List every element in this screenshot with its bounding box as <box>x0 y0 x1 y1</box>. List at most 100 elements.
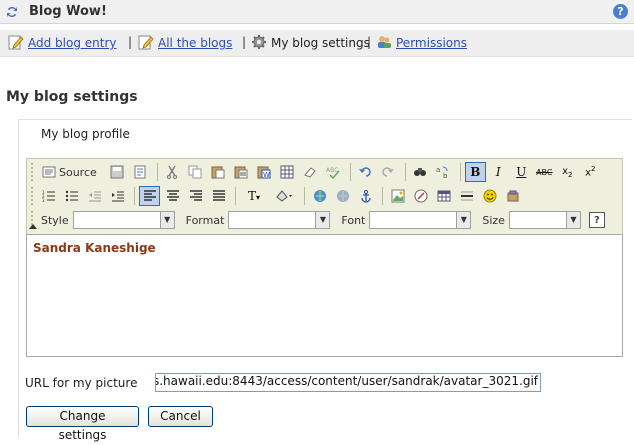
source-icon <box>42 166 56 178</box>
toolbar-row-3: Style ▼ Format ▼ Font ▼ Size ▼ ? <box>31 209 607 231</box>
bold-button[interactable]: B <box>464 162 486 182</box>
undo-button[interactable] <box>355 162 376 182</box>
source-button[interactable]: Source <box>38 162 105 182</box>
align-left-icon <box>143 190 156 201</box>
chevron-down-icon: ▼ <box>159 212 174 228</box>
add-blog-entry-link[interactable]: Add blog entry <box>28 36 117 50</box>
find-icon <box>414 168 427 176</box>
justify-button[interactable] <box>208 186 229 206</box>
find-button[interactable] <box>410 162 431 182</box>
anchor-icon <box>360 190 371 203</box>
bullet-list-button[interactable] <box>61 186 82 206</box>
svg-text:3: 3 <box>42 198 45 203</box>
flash-button[interactable] <box>410 186 431 206</box>
paste-word-icon: W <box>257 166 271 179</box>
eraser-button[interactable] <box>300 162 321 182</box>
profile-label: My blog profile <box>41 127 130 141</box>
flash-icon <box>414 189 427 203</box>
link-button[interactable] <box>309 186 330 206</box>
paste-button[interactable] <box>208 162 229 182</box>
format-select[interactable]: ▼ <box>228 211 331 229</box>
change-settings-button[interactable]: Change settings <box>26 406 139 442</box>
new-page-icon <box>134 165 146 179</box>
style-select[interactable]: ▼ <box>72 211 175 229</box>
eraser-icon <box>304 167 317 178</box>
nav-separator: | <box>128 35 133 49</box>
anchor-button[interactable] <box>355 186 376 206</box>
text-color-button[interactable]: T▾ <box>240 186 268 206</box>
font-select[interactable]: ▼ <box>369 211 472 229</box>
numbered-list-icon: 123 <box>42 190 55 203</box>
help-icon[interactable]: ? <box>613 4 628 19</box>
superscript-button[interactable]: x2 <box>580 162 601 182</box>
outdent-button[interactable] <box>84 186 105 206</box>
page-title: My blog settings <box>6 89 138 105</box>
size-select[interactable]: ▼ <box>508 211 581 229</box>
paste-text-icon <box>234 166 248 179</box>
url-label: URL for my picture <box>25 376 138 390</box>
toolbar-grip <box>31 163 34 181</box>
align-right-button[interactable] <box>185 186 206 206</box>
cancel-button[interactable]: Cancel <box>148 406 213 427</box>
svg-text:W: W <box>263 171 270 179</box>
paste-text-button[interactable] <box>231 162 252 182</box>
smiley-icon <box>483 189 496 203</box>
subscript-button[interactable]: x2 <box>557 162 578 182</box>
toolbar-row-2: 123 T▾ <box>31 185 525 207</box>
underline-button[interactable]: U <box>511 162 532 182</box>
align-center-button[interactable] <box>162 186 183 206</box>
undo-icon <box>359 167 372 177</box>
spellcheck-icon: ABC <box>326 167 340 179</box>
special-char-button[interactable] <box>502 186 523 206</box>
text-color-icon: T▾ <box>247 189 261 203</box>
permissions-link[interactable]: Permissions <box>396 36 467 50</box>
smiley-button[interactable] <box>479 186 500 206</box>
redo-icon <box>382 167 395 177</box>
settings-label: My blog settings <box>271 36 370 50</box>
all-blogs-link[interactable]: All the blogs <box>158 36 232 50</box>
cut-button[interactable] <box>162 162 183 182</box>
strikethrough-button[interactable]: ABC <box>534 162 555 182</box>
table-icon <box>437 190 450 202</box>
nav-all-blogs[interactable]: All the blogs <box>138 34 232 52</box>
print-button[interactable] <box>277 162 298 182</box>
gear-icon <box>252 35 266 49</box>
replace-button[interactable]: ab <box>433 162 454 182</box>
new-page-button[interactable] <box>130 162 151 182</box>
strikethrough-icon: ABC <box>536 167 553 177</box>
editor-content-area[interactable]: Sandra Kaneshige <box>26 234 623 357</box>
editor-text: Sandra Kaneshige <box>33 241 156 255</box>
toolbar-collapse-icon[interactable] <box>29 224 37 229</box>
align-left-button[interactable] <box>139 186 160 206</box>
nav-permissions[interactable]: Permissions <box>376 34 467 52</box>
nav-add-entry[interactable]: Add blog entry <box>8 34 117 52</box>
italic-button[interactable]: I <box>488 162 509 182</box>
picture-url-input[interactable]: https://its.hawaii.edu:8443/access/conte… <box>155 373 541 392</box>
help-button[interactable]: ? <box>588 212 605 228</box>
bg-color-button[interactable] <box>270 186 298 206</box>
refresh-icon[interactable] <box>5 5 19 19</box>
save-button[interactable] <box>107 162 128 182</box>
outdent-icon <box>88 191 101 202</box>
copy-button[interactable] <box>185 162 206 182</box>
italic-icon: I <box>495 165 501 179</box>
edit-icon <box>138 35 154 50</box>
image-icon <box>391 189 404 203</box>
app-title: Blog Wow! <box>29 4 107 19</box>
nav-settings-current: My blog settings <box>251 34 370 52</box>
nav-bar: Add blog entry | All the blogs | My blog… <box>0 30 634 57</box>
indent-button[interactable] <box>107 186 128 206</box>
subscript-icon: x2 <box>562 165 573 179</box>
horizontal-rule-button[interactable] <box>456 186 477 206</box>
paste-icon <box>211 166 225 179</box>
unlink-icon <box>336 190 349 202</box>
unlink-button[interactable] <box>332 186 353 206</box>
image-button[interactable] <box>387 186 408 206</box>
indent-icon <box>111 191 124 202</box>
spellcheck-button[interactable]: ABC <box>323 162 344 182</box>
numbered-list-button[interactable]: 123 <box>38 186 59 206</box>
paste-word-button[interactable]: W <box>254 162 275 182</box>
align-center-icon <box>166 190 179 201</box>
table-button[interactable] <box>433 186 454 206</box>
redo-button[interactable] <box>378 162 399 182</box>
